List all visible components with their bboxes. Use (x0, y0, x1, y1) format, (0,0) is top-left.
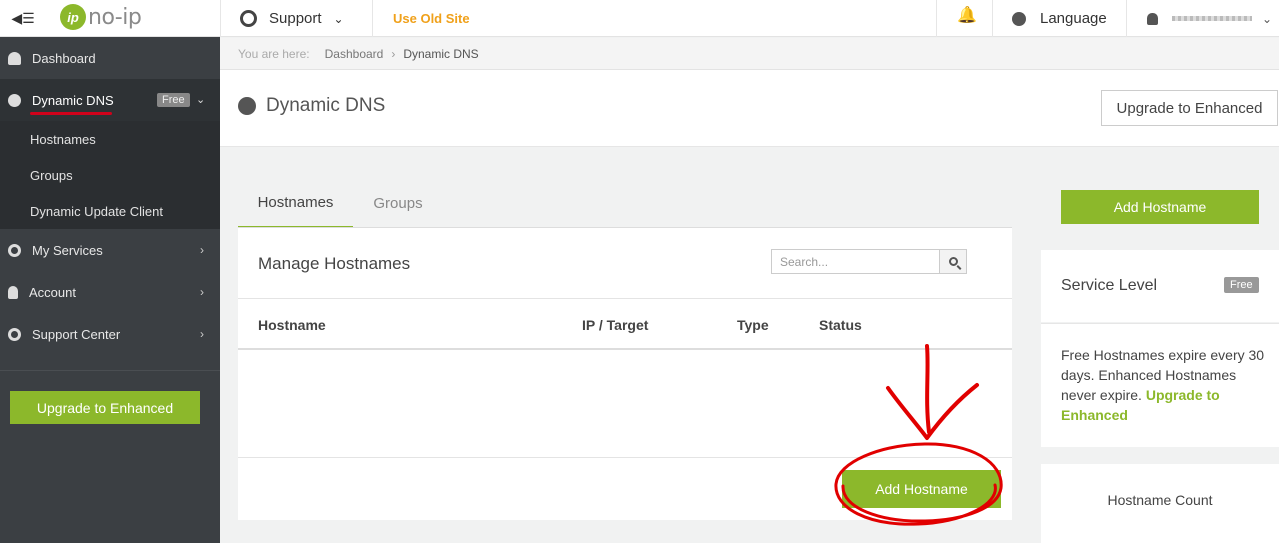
breadcrumb-separator: › (391, 46, 396, 61)
sidebar: Dashboard Dynamic DNS Free ⌄ Hostnames G… (0, 37, 220, 543)
header-upgrade-button[interactable]: Upgrade to Enhanced (1101, 90, 1278, 126)
collapse-sidebar-icon[interactable]: ◀☰ (0, 0, 46, 37)
page-header: Dynamic DNS Upgrade to Enhanced (220, 70, 1279, 147)
sidebar-subitem-dynamic-update-client[interactable]: Dynamic Update Client (30, 204, 163, 219)
redacted-username (1172, 16, 1252, 21)
user-icon (8, 285, 18, 299)
breadcrumb-prefix: You are here: (238, 46, 310, 61)
support-label: Support (269, 10, 322, 27)
topbar-divider (220, 0, 221, 37)
column-header-ip-target[interactable]: IP / Target (582, 317, 648, 333)
sidebar-subitem-groups[interactable]: Groups (30, 168, 73, 183)
topbar-divider (1126, 0, 1127, 37)
logo-text: no-ip (88, 4, 142, 30)
free-badge: Free (157, 93, 190, 107)
sidebar-item-my-services[interactable]: My Services › (0, 229, 220, 271)
chevron-down-icon: ⌄ (1262, 11, 1273, 26)
sidebar-item-label: Account (29, 284, 76, 300)
column-header-hostname[interactable]: Hostname (258, 317, 326, 333)
topbar-divider (936, 0, 937, 37)
column-header-status[interactable]: Status (819, 317, 862, 333)
lifebuoy-icon (8, 327, 21, 341)
hostname-count-label: Hostname Count (1107, 492, 1213, 508)
globe-icon (238, 97, 256, 115)
column-header-type[interactable]: Type (737, 317, 769, 333)
sidebar-item-support-center[interactable]: Support Center › (0, 313, 220, 355)
language-menu[interactable]: Language (1012, 0, 1107, 37)
sidebar-item-label: Dashboard (32, 50, 96, 66)
panel-divider (238, 298, 1012, 299)
add-hostname-button-right[interactable]: Add Hostname (1061, 190, 1259, 224)
logo-mark: ip (60, 4, 86, 30)
chevron-down-icon: ⌄ (196, 94, 206, 106)
dashboard-icon (8, 51, 21, 65)
bell-icon[interactable]: 🔔 (957, 5, 977, 25)
noip-logo[interactable]: ip no-ip (60, 3, 142, 31)
search-icon (948, 257, 958, 266)
chevron-right-icon: › (200, 285, 204, 299)
breadcrumb-current: Dynamic DNS (403, 46, 479, 61)
page-title: Dynamic DNS (266, 95, 386, 116)
table-header-divider (238, 348, 1012, 350)
lifebuoy-icon (240, 10, 257, 27)
chevron-right-icon: › (200, 327, 204, 341)
sidebar-item-label: Dynamic DNS (32, 92, 114, 108)
manage-hostnames-panel: Manage Hostnames Search... Hostname IP /… (238, 228, 1012, 520)
breadcrumb-dashboard-link[interactable]: Dashboard (325, 47, 384, 61)
topbar-divider (372, 0, 373, 37)
service-level-label: Service Level (1061, 277, 1158, 294)
topbar-divider (992, 0, 993, 37)
sidebar-divider (0, 370, 220, 371)
sidebar-upgrade-button[interactable]: Upgrade to Enhanced (10, 391, 200, 424)
sidebar-item-label: My Services (32, 242, 103, 258)
top-bar: ◀☰ ip no-ip Support ⌄ Use Old Site 🔔 Lan… (0, 0, 1279, 37)
globe-icon (1012, 11, 1026, 26)
sidebar-item-label: Support Center (32, 326, 121, 342)
sidebar-item-account[interactable]: Account › (0, 271, 220, 313)
expiry-note-box: Free Hostnames expire every 30 days. Enh… (1041, 323, 1279, 447)
dynamic-dns-submenu: Hostnames Groups Dynamic Update Client (0, 121, 220, 229)
gear-icon (8, 243, 21, 257)
globe-icon (8, 93, 21, 107)
add-hostname-button[interactable]: Add Hostname (842, 470, 1001, 508)
service-level-badge: Free (1224, 277, 1259, 293)
chevron-right-icon: › (200, 243, 204, 257)
sidebar-item-dashboard[interactable]: Dashboard (0, 37, 220, 79)
service-level-box: Service Level Free (1041, 250, 1279, 322)
search-input[interactable]: Search... (771, 249, 940, 274)
use-old-site-link[interactable]: Use Old Site (393, 0, 470, 37)
hostname-count-box: Hostname Count (1041, 464, 1279, 543)
user-icon (1147, 12, 1158, 25)
tab-groups[interactable]: Groups (353, 178, 443, 228)
expiry-note: Free Hostnames expire every 30 days. Enh… (1061, 345, 1266, 425)
search-button[interactable] (939, 249, 967, 274)
language-label: Language (1040, 10, 1107, 27)
sidebar-subitem-hostnames[interactable]: Hostnames (30, 132, 96, 147)
support-menu[interactable]: Support ⌄ (240, 0, 344, 37)
red-underline-annotation (30, 112, 112, 115)
panel-footer-divider (238, 457, 1012, 458)
tab-hostnames[interactable]: Hostnames (238, 178, 353, 228)
panel-title: Manage Hostnames (258, 254, 411, 273)
breadcrumb: You are here: Dashboard › Dynamic DNS (220, 38, 1279, 70)
user-menu[interactable]: ⌄ (1147, 0, 1272, 37)
chevron-down-icon: ⌄ (333, 11, 344, 26)
